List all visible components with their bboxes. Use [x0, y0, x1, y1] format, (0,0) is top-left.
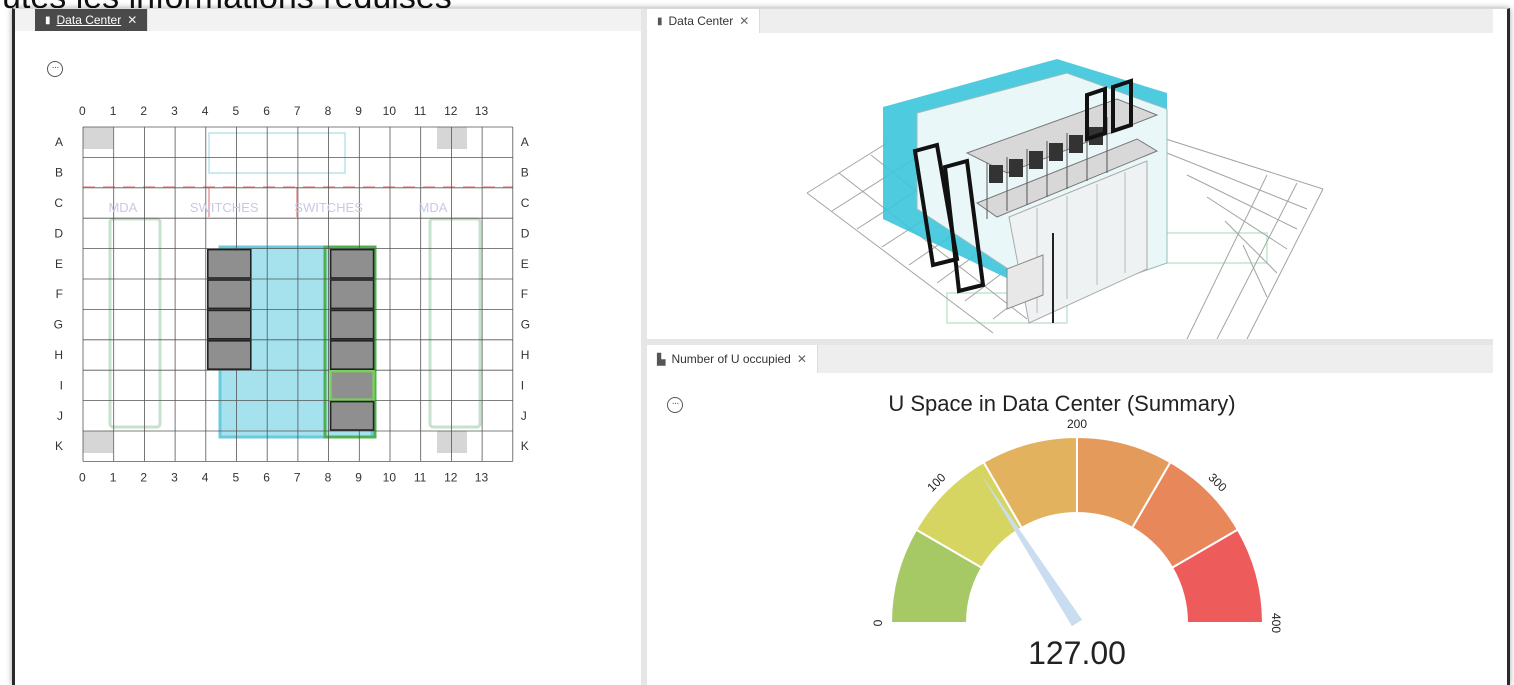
tab-label: Number of U occupied — [671, 352, 791, 366]
data-center-3d-view[interactable] — [647, 33, 1493, 339]
column-label: 2 — [140, 470, 147, 484]
zone-label: SWITCHES — [294, 200, 363, 215]
row-label: H — [521, 348, 530, 362]
view3d-tabstrip: ▮ Data Center ✕ — [647, 9, 1493, 33]
column-label: 7 — [294, 104, 301, 118]
dashboard-window: ▮ Data Center ✕ ··· 0 0 1 1 2 2 3 3 4 4 … — [12, 8, 1510, 685]
rack[interactable] — [207, 309, 252, 340]
column-label: 6 — [263, 104, 270, 118]
row-label: D — [521, 226, 530, 240]
column-label: 4 — [202, 470, 209, 484]
row-label: J — [521, 409, 527, 423]
row-label: F — [56, 287, 63, 301]
floorplan-tabstrip: ▮ Data Center ✕ — [15, 9, 641, 31]
datacenter-tab-icon: ▮ — [45, 14, 51, 26]
column-label: 12 — [444, 104, 458, 118]
column-label: 6 — [263, 470, 270, 484]
row-label: G — [521, 318, 530, 332]
column-label: 3 — [171, 470, 178, 484]
floorplan-grid[interactable]: 001122334455667788991010111112121313A AB B… — [15, 89, 641, 609]
gauge-tick-label: 400 — [1269, 613, 1283, 633]
row-label: B — [55, 166, 63, 180]
row-label: A — [55, 135, 63, 149]
column-label: 0 — [79, 104, 86, 118]
tab-label: Data Center — [668, 14, 734, 28]
rack[interactable] — [329, 248, 375, 279]
column-label: 12 — [444, 470, 458, 484]
column-label: 13 — [475, 104, 489, 118]
row-label: E — [521, 257, 529, 271]
row-label: J — [57, 409, 63, 423]
row-label: E — [55, 257, 63, 271]
datacenter-tab-icon: ▮ — [657, 15, 663, 27]
column-label: 11 — [414, 470, 427, 484]
column-label: 10 — [383, 104, 397, 118]
rack[interactable] — [329, 370, 375, 401]
row-label: A — [521, 135, 529, 149]
row-label: F — [521, 287, 528, 301]
floorplan-panel: ▮ Data Center ✕ ··· 0 0 1 1 2 2 3 3 4 4 … — [15, 9, 641, 685]
column-label: 7 — [294, 470, 301, 484]
gauge-value: 127.00 — [1028, 635, 1126, 671]
zone-label: MDA — [108, 200, 137, 215]
column-label: 11 — [414, 104, 427, 118]
data-center-3d-panel: ▮ Data Center ✕ — [647, 9, 1493, 339]
column-label: 9 — [355, 104, 362, 118]
column-label: 5 — [233, 470, 240, 484]
row-label: D — [54, 226, 63, 240]
row-label: B — [521, 166, 529, 180]
tab-label: Data Center — [56, 13, 122, 27]
rack[interactable] — [207, 279, 252, 310]
row-label: H — [54, 348, 63, 362]
column-label: 1 — [110, 470, 117, 484]
more-options-icon[interactable]: ··· — [47, 61, 63, 77]
row-label: K — [521, 439, 529, 453]
close-icon[interactable]: ✕ — [739, 14, 749, 28]
rack[interactable] — [329, 400, 375, 431]
column-label: 8 — [325, 470, 332, 484]
row-label: G — [54, 318, 63, 332]
column-label: 1 — [110, 104, 117, 118]
close-icon[interactable]: ✕ — [797, 352, 807, 366]
gauge-tick-label: 200 — [1067, 417, 1087, 431]
zone-label: MDA — [419, 200, 448, 215]
rack[interactable] — [207, 340, 252, 371]
close-icon[interactable]: ✕ — [127, 13, 137, 27]
column-label: 3 — [171, 104, 178, 118]
column-label: 2 — [140, 104, 147, 118]
column-label: 8 — [325, 104, 332, 118]
rack[interactable] — [329, 279, 375, 310]
column-label: 10 — [383, 470, 397, 484]
rack[interactable] — [329, 340, 375, 371]
gauge-tick-label: 0 — [871, 619, 885, 626]
column-label: 9 — [355, 470, 362, 484]
tab-data-center-floorplan[interactable]: ▮ Data Center ✕ — [35, 9, 149, 31]
tab-data-center-3d[interactable]: ▮ Data Center ✕ — [647, 9, 761, 33]
row-label: I — [521, 378, 524, 392]
column-label: 13 — [475, 470, 489, 484]
gauge-panel: ▙ Number of U occupied ✕ ··· U Space in … — [647, 345, 1493, 685]
rack[interactable] — [207, 248, 252, 279]
row-label: C — [521, 196, 530, 210]
column-label: 0 — [79, 470, 86, 484]
tab-number-of-u-occupied[interactable]: ▙ Number of U occupied ✕ — [647, 345, 818, 373]
zone-label: SWITCHES — [190, 200, 259, 215]
row-label: I — [60, 378, 63, 392]
gauge-tabstrip: ▙ Number of U occupied ✕ — [647, 345, 1493, 373]
column-label: 5 — [233, 104, 240, 118]
row-label: C — [54, 196, 63, 210]
row-label: K — [55, 439, 63, 453]
bar-chart-icon: ▙ — [657, 353, 666, 366]
rack[interactable] — [329, 309, 375, 340]
column-label: 4 — [202, 104, 209, 118]
